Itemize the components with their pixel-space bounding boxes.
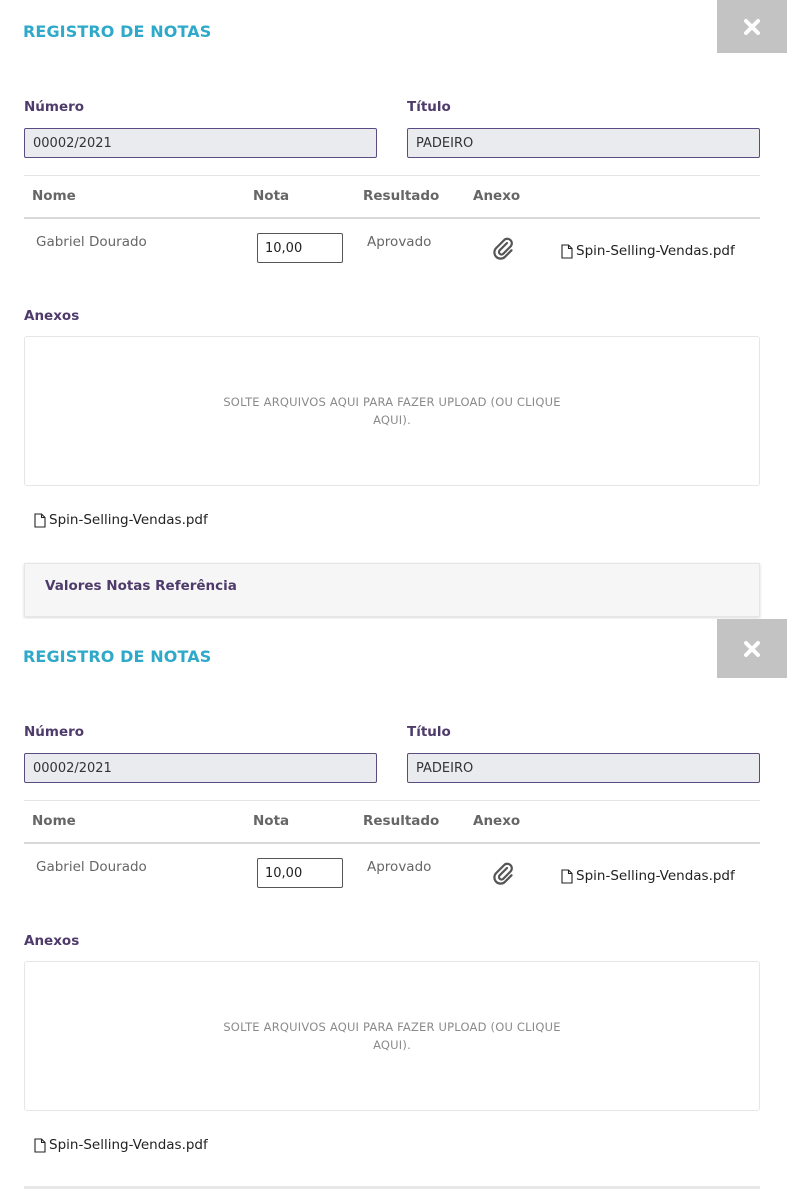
titulo-field[interactable] — [407, 753, 760, 783]
column-header-resultado: Resultado — [363, 813, 440, 829]
close-icon — [744, 640, 760, 657]
file-name: Spin-Selling-Vendas.pdf — [576, 243, 735, 259]
upload-dropzone[interactable]: SOLTE ARQUIVOS AQUI PARA FAZER UPLOAD (O… — [24, 961, 760, 1111]
file-icon — [34, 512, 46, 528]
numero-label: Número — [24, 99, 85, 115]
file-name: Spin-Selling-Vendas.pdf — [576, 868, 735, 884]
paperclip-icon[interactable] — [489, 859, 517, 887]
grades-modal-2: REGISTRO DE NOTAS Número Título Nome Not… — [0, 619, 787, 1189]
attached-file-link[interactable]: Spin-Selling-Vendas.pdf — [34, 512, 208, 528]
result-text: Aprovado — [367, 234, 432, 250]
file-icon — [34, 1137, 46, 1153]
column-header-resultado: Resultado — [363, 188, 440, 204]
nota-input[interactable] — [257, 858, 343, 888]
column-header-nome: Nome — [32, 188, 76, 204]
column-header-nota: Nota — [253, 188, 290, 204]
modal-title: REGISTRO DE NOTAS — [23, 647, 212, 666]
close-button[interactable] — [717, 619, 787, 678]
file-name: Spin-Selling-Vendas.pdf — [49, 1137, 208, 1153]
dropzone-text: SOLTE ARQUIVOS AQUI PARA FAZER UPLOAD (O… — [223, 395, 561, 427]
grades-modal-1: REGISTRO DE NOTAS Número Título Nome Not… — [0, 0, 787, 617]
file-name: Spin-Selling-Vendas.pdf — [49, 512, 208, 528]
close-button[interactable] — [717, 0, 787, 53]
file-icon — [561, 868, 573, 884]
student-name: Gabriel Dourado — [36, 859, 147, 875]
paperclip-icon[interactable] — [489, 234, 517, 262]
upload-dropzone[interactable]: SOLTE ARQUIVOS AQUI PARA FAZER UPLOAD (O… — [24, 336, 760, 486]
column-header-nota: Nota — [253, 813, 290, 829]
modal-title: REGISTRO DE NOTAS — [23, 22, 212, 41]
dropzone-text: SOLTE ARQUIVOS AQUI PARA FAZER UPLOAD (O… — [223, 1020, 561, 1052]
reference-values-title: Valores Notas Referência — [45, 578, 237, 594]
row-file-link[interactable]: Spin-Selling-Vendas.pdf — [561, 243, 735, 259]
column-header-nome: Nome — [32, 813, 76, 829]
anexos-label: Anexos — [24, 308, 80, 324]
numero-field[interactable] — [24, 128, 377, 158]
nota-input[interactable] — [257, 233, 343, 263]
numero-label: Número — [24, 724, 85, 740]
numero-field[interactable] — [24, 753, 377, 783]
titulo-label: Título — [407, 99, 451, 115]
table-header: Nome Nota Resultado Anexo — [24, 175, 760, 219]
reference-values-card[interactable]: Valores Notas Referência — [24, 563, 760, 617]
anexos-label: Anexos — [24, 933, 80, 949]
student-name: Gabriel Dourado — [36, 234, 147, 250]
row-file-link[interactable]: Spin-Selling-Vendas.pdf — [561, 868, 735, 884]
table-header: Nome Nota Resultado Anexo — [24, 800, 760, 844]
result-text: Aprovado — [367, 859, 432, 875]
titulo-field[interactable] — [407, 128, 760, 158]
close-icon — [744, 18, 760, 35]
column-header-anexo: Anexo — [473, 813, 521, 829]
attached-file-link[interactable]: Spin-Selling-Vendas.pdf — [34, 1137, 208, 1153]
column-header-anexo: Anexo — [473, 188, 521, 204]
titulo-label: Título — [407, 724, 451, 740]
file-icon — [561, 243, 573, 259]
